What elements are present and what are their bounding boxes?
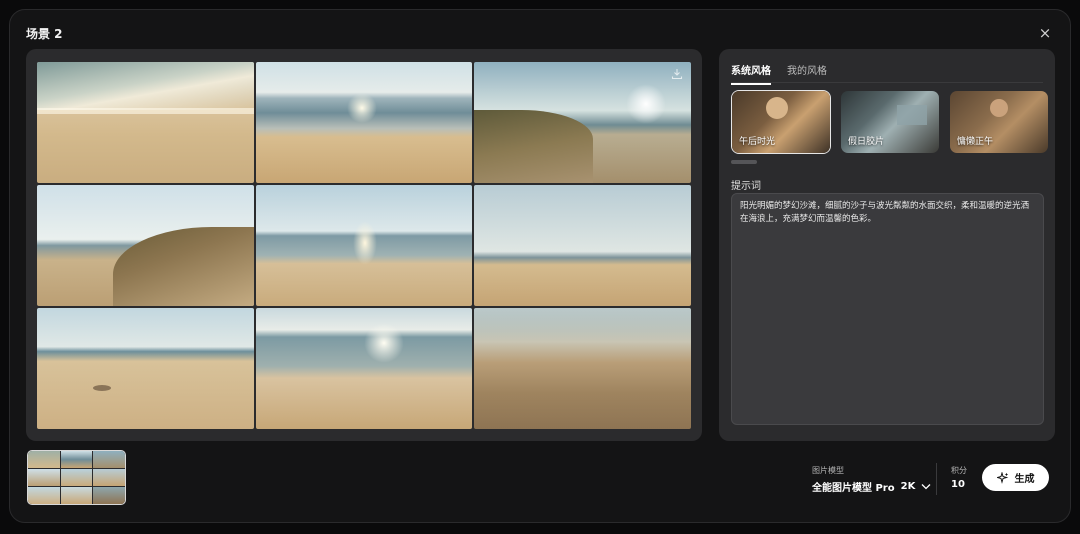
style-card-holiday-film[interactable]: 假日胶片 [840,90,940,154]
style-label: 慵懒正午 [957,137,994,147]
close-button[interactable]: × [1034,22,1056,44]
credits: 积分 10 [951,465,967,490]
style-scrollbar[interactable] [731,160,757,164]
credits-value: 10 [951,479,965,490]
grid-image-6[interactable] [474,185,691,306]
footer-divider [936,463,937,495]
model-value: 全能图片模型 Pro 2K [812,479,931,494]
model-resolution: 2K [900,481,916,492]
style-label: 假日胶片 [848,137,885,147]
close-icon: × [1038,24,1052,42]
grid-image-5[interactable] [255,185,473,306]
image-grid [37,62,691,429]
scene-modal: 场景 2 × 系统风格 我的风格 午后时光 假日胶片 慵懒正午 提示词 阳光明媚… [9,9,1071,523]
credits-caption: 积分 [951,466,967,475]
chevron-down-icon [921,484,931,490]
modal-title: 场景 2 [26,27,63,41]
style-card-afternoon[interactable]: 午后时光 [731,90,831,154]
grid-image-8[interactable] [255,308,473,429]
style-card-lazy-noon[interactable]: 慵懒正午 [949,90,1049,154]
download-icon[interactable] [671,68,683,80]
generate-button[interactable]: 生成 [982,464,1049,491]
grid-image-1[interactable] [37,62,254,183]
sparkle-icon [996,471,1008,484]
generate-label: 生成 [1014,474,1035,485]
grid-image-7[interactable] [37,308,254,429]
image-grid-panel [26,49,702,441]
scene-thumbnail[interactable] [27,450,126,505]
grid-image-2[interactable] [255,62,473,183]
grid-image-9[interactable] [474,308,691,429]
prompt-label: 提示词 [731,181,761,192]
prompt-input[interactable]: 阳光明媚的梦幻沙滩，细腻的沙子与波光粼粼的水面交织，柔和温暖的逆光洒在海浪上，充… [731,193,1044,425]
model-caption: 图片模型 [812,466,844,475]
style-label: 午后时光 [739,137,776,147]
grid-image-4[interactable] [37,185,254,306]
model-name: 全能图片模型 Pro [812,483,895,494]
style-list: 午后时光 假日胶片 慵懒正午 [731,90,1049,154]
tab-divider [731,82,1043,83]
model-selector[interactable]: 图片模型 全能图片模型 Pro 2K [812,465,931,494]
grid-image-3[interactable] [474,62,691,183]
style-panel: 系统风格 我的风格 午后时光 假日胶片 慵懒正午 提示词 阳光明媚的梦幻沙滩，细… [719,49,1055,441]
